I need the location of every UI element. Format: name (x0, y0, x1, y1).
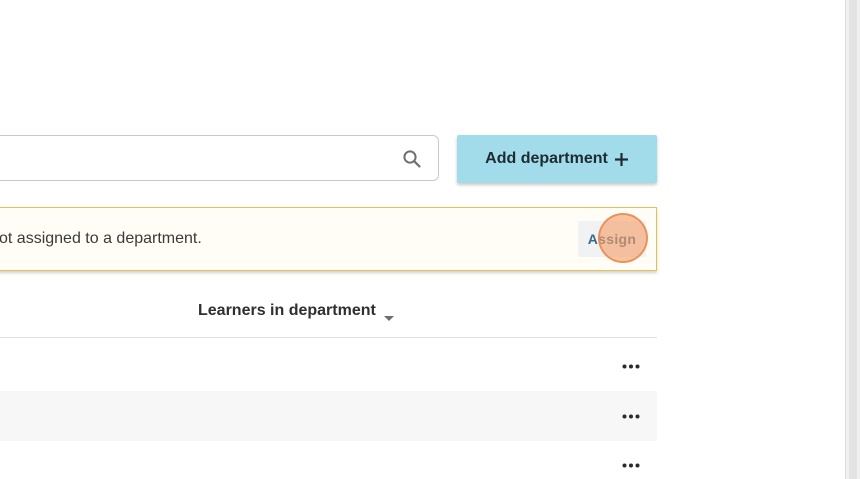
add-department-button[interactable]: Add department (457, 135, 657, 183)
notice-message: ot assigned to a department. (0, 230, 202, 247)
caret-down-icon (383, 309, 394, 321)
vertical-scrollbar[interactable] (845, 0, 860, 479)
search-box[interactable] (0, 135, 439, 182)
table-header-divider (0, 337, 657, 338)
table-row (0, 391, 657, 441)
column-header-learners-in-department[interactable]: Learners in department (198, 302, 394, 321)
add-department-label: Add department (485, 150, 608, 167)
search-input[interactable] (11, 136, 375, 182)
more-options-icon[interactable] (616, 408, 646, 424)
table-row (0, 440, 657, 479)
search-icon[interactable] (402, 149, 422, 169)
table-row (0, 341, 657, 391)
plus-icon (614, 152, 629, 167)
scrollbar-thumb[interactable] (849, 0, 857, 479)
more-options-icon[interactable] (616, 358, 646, 374)
assign-button[interactable]: Assign (578, 221, 646, 257)
more-options-icon[interactable] (616, 457, 646, 473)
column-header-label: Learners in department (198, 302, 376, 319)
unassigned-learners-notice: ot assigned to a department. Assign (0, 207, 657, 271)
